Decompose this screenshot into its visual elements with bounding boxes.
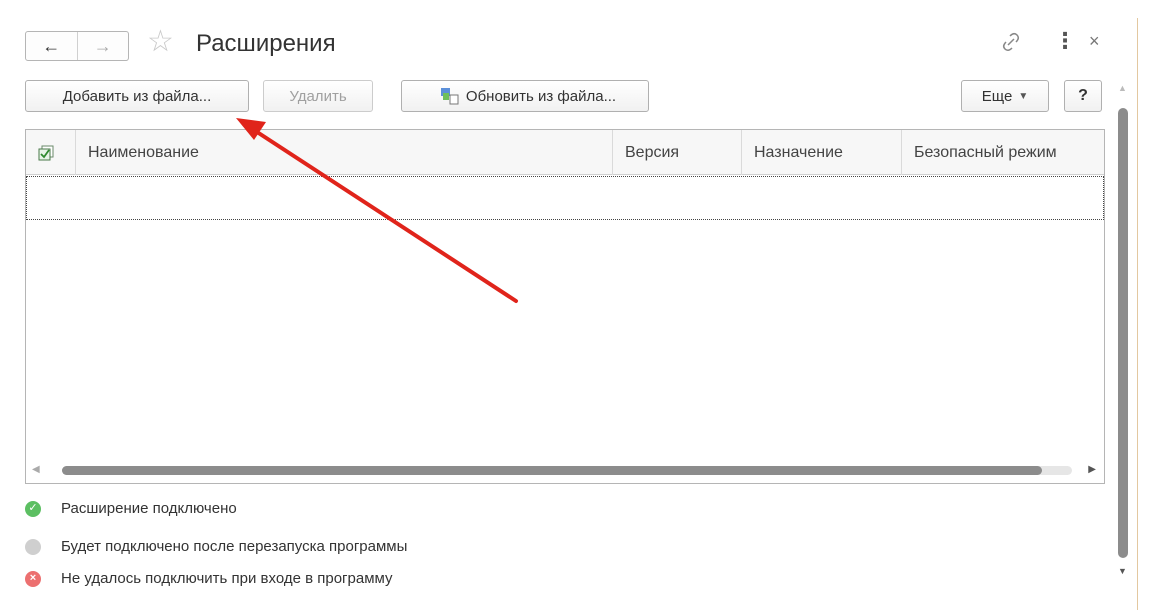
more-button[interactable]: Еще ▼ — [961, 80, 1049, 112]
scroll-down-icon[interactable]: ▼ — [1118, 566, 1127, 576]
error-circle-icon: × — [25, 570, 41, 587]
legend-item-after-restart: Будет подключено после перезапуска прогр… — [25, 538, 407, 555]
column-header-version[interactable]: Версия — [613, 130, 742, 175]
link-icon[interactable] — [1000, 30, 1022, 54]
more-label: Еще — [981, 87, 1013, 105]
delete-label: Удалить — [289, 87, 347, 105]
navigation-group: ← → — [25, 31, 129, 61]
vertical-scrollbar[interactable]: ▲ ▼ — [1116, 80, 1130, 600]
column-header-purpose[interactable]: Назначение — [742, 130, 902, 175]
scroll-left-icon[interactable]: ◀ — [32, 464, 40, 475]
extensions-table[interactable]: Наименование Версия Назначение Безопасны… — [25, 129, 1105, 484]
help-button[interactable]: ? — [1064, 80, 1102, 112]
gray-circle-icon — [25, 538, 41, 555]
update-from-file-button[interactable]: Обновить из файла... — [401, 80, 649, 112]
close-icon[interactable]: × — [1089, 32, 1100, 50]
select-all-column[interactable] — [26, 130, 76, 175]
window-edge — [1137, 18, 1138, 610]
legend-item-failed: × Не удалось подключить при входе в прог… — [25, 570, 393, 587]
checkbox-stack-icon — [38, 145, 54, 160]
arrow-right-icon[interactable]: → — [76, 32, 129, 60]
add-from-file-label: Добавить из файла... — [62, 87, 212, 105]
column-header-name[interactable]: Наименование — [76, 130, 613, 175]
star-icon[interactable]: ☆ — [147, 27, 174, 57]
update-file-icon — [440, 88, 459, 105]
column-header-safe-mode[interactable]: Безопасный режим — [902, 130, 1104, 175]
delete-button[interactable]: Удалить — [263, 80, 373, 112]
legend-item-connected: ✓ Расширение подключено — [25, 500, 237, 517]
more-vertical-icon[interactable]: ⋮ — [1054, 30, 1076, 52]
scroll-thumb[interactable] — [62, 466, 1042, 475]
horizontal-scrollbar[interactable]: ◀ ▶ — [26, 460, 1104, 482]
check-circle-icon: ✓ — [25, 500, 41, 517]
page-title: Расширения — [196, 30, 336, 57]
table-row[interactable] — [26, 176, 1104, 220]
update-from-file-label: Обновить из файла... — [465, 87, 617, 105]
scroll-right-icon[interactable]: ▶ — [1088, 464, 1096, 475]
table-header: Наименование Версия Назначение Безопасны… — [26, 130, 1104, 175]
help-label: ? — [1078, 87, 1088, 104]
vertical-scroll-thumb[interactable] — [1118, 108, 1128, 558]
scroll-up-icon[interactable]: ▲ — [1118, 83, 1127, 93]
arrow-left-icon[interactable]: ← — [26, 32, 77, 60]
chevron-down-icon: ▼ — [1018, 90, 1029, 102]
add-from-file-button[interactable]: Добавить из файла... — [25, 80, 249, 112]
